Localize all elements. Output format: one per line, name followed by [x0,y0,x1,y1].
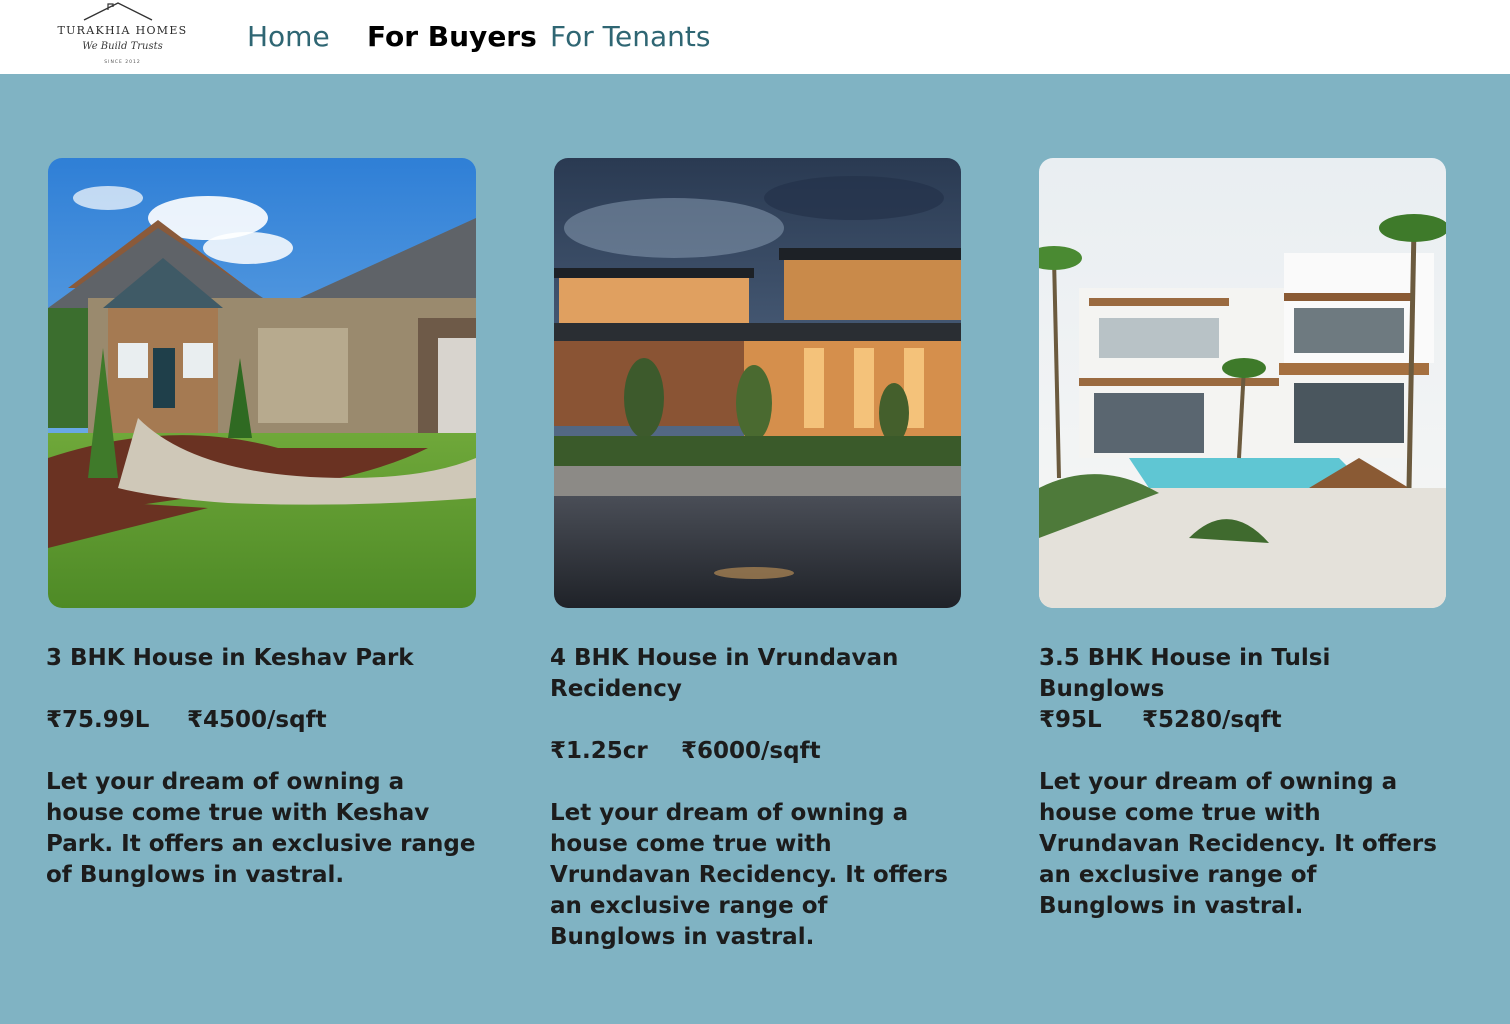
suburban-house-photo [48,158,476,608]
listing-image-keshav-park[interactable] [48,158,476,608]
listing-title[interactable]: 4 BHK House in Vrundavan Recidency [550,643,950,705]
listing-description: Let your dream of owning a house come tr… [46,769,476,888]
nav-for-tenants[interactable]: For Tenants [550,19,710,55]
listing-rate: ₹5280/sqft [1142,707,1282,733]
listing-title[interactable]: 3 BHK House in Keshav Park [46,643,476,674]
listing-rate: ₹4500/sqft [187,707,327,733]
listing-title[interactable]: 3.5 BHK House in Tulsi Bunglows [1039,643,1459,705]
listing-description: Let your dream of owning a house come tr… [1039,769,1437,919]
listing-price: ₹75.99L [46,707,150,733]
brand-since: SINCE 2012 [104,60,141,65]
listing-description: Let your dream of owning a house come tr… [550,800,948,950]
nav-home[interactable]: Home [247,19,330,55]
house-roof-icon [83,2,153,21]
turakhia-homes-logo[interactable]: TURAKHIA HOMES We Build Trusts SINCE 201… [50,0,195,70]
listing-rate: ₹6000/sqft [681,738,821,764]
listing-price: ₹1.25cr [550,738,648,764]
white-villa-pool-photo [1039,158,1446,608]
listing-image-vrundavan-recidency[interactable] [554,158,961,608]
modern-house-dusk-photo [554,158,961,608]
nav-for-buyers[interactable]: For Buyers [367,19,537,55]
brand-name: TURAKHIA HOMES [57,24,188,37]
site-header: TURAKHIA HOMES We Build Trusts SINCE 201… [0,0,1510,74]
brand-tagline: We Build Trusts [82,41,163,52]
listing-price: ₹95L [1039,707,1102,733]
listing-image-tulsi-bunglows[interactable] [1039,158,1446,608]
